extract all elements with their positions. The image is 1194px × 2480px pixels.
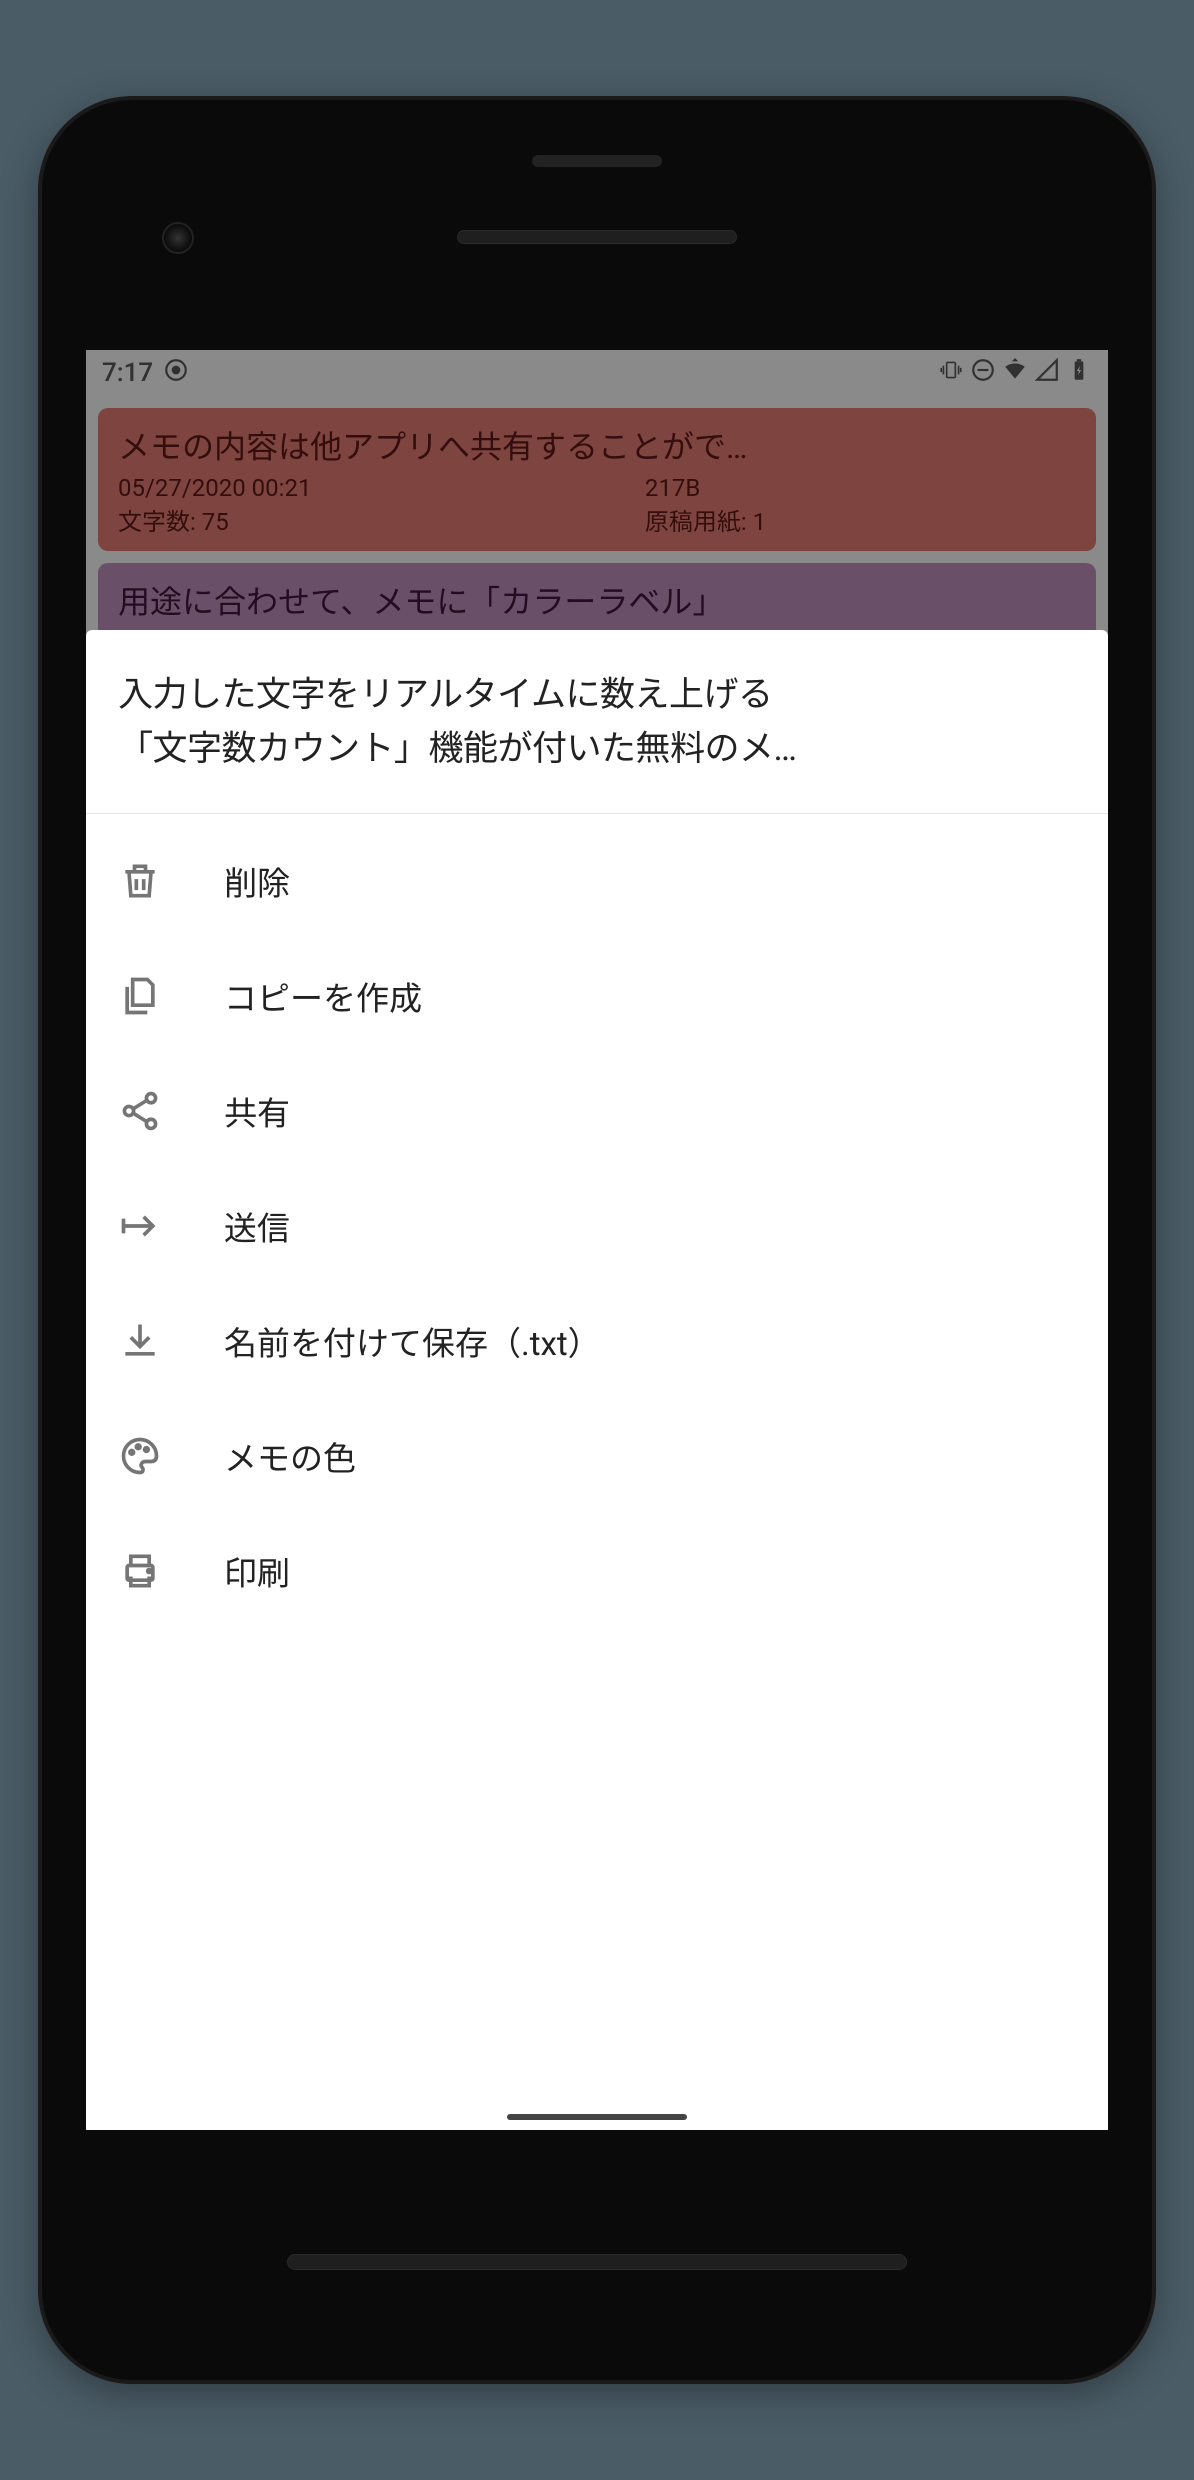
menu-label: メモの色 xyxy=(224,1432,356,1480)
power-button xyxy=(42,640,44,760)
menu-label: コピーを作成 xyxy=(224,972,422,1020)
download-icon xyxy=(118,1319,162,1363)
menu-item-send[interactable]: 送信 xyxy=(86,1169,1108,1284)
sheet-title-line2: 「文字数カウント」機能が付いた無料のメ… xyxy=(118,722,1076,776)
menu-label: 削除 xyxy=(224,857,290,905)
menu-item-copy[interactable]: コピーを作成 xyxy=(86,939,1108,1054)
menu-list: 削除 コピーを作成 共有 xyxy=(86,814,1108,2131)
share-icon xyxy=(118,1089,162,1133)
menu-label: 名前を付けて保存（.txt） xyxy=(224,1317,601,1365)
menu-item-share[interactable]: 共有 xyxy=(86,1054,1108,1169)
sheet-title: 入力した文字をリアルタイムに数え上げる 「文字数カウント」機能が付いた無料のメ… xyxy=(86,630,1108,814)
print-icon xyxy=(118,1549,162,1593)
menu-label: 印刷 xyxy=(224,1547,290,1595)
bottom-speaker xyxy=(287,2254,907,2270)
speaker-grille xyxy=(457,230,737,244)
sheet-title-line1: 入力した文字をリアルタイムに数え上げる xyxy=(118,668,1076,722)
menu-item-save-as[interactable]: 名前を付けて保存（.txt） xyxy=(86,1284,1108,1399)
side-button xyxy=(1150,640,1152,760)
palette-icon xyxy=(118,1434,162,1478)
screen: 7:17 xyxy=(86,350,1108,2130)
send-icon xyxy=(118,1204,162,1248)
phone-top-bezel xyxy=(42,100,1152,280)
volume-up-button xyxy=(1150,800,1152,1020)
bottom-sheet: 入力した文字をリアルタイムに数え上げる 「文字数カウント」機能が付いた無料のメ…… xyxy=(86,630,1108,2130)
menu-label: 送信 xyxy=(224,1202,290,1250)
front-camera xyxy=(162,222,194,254)
sensor-pill xyxy=(532,155,662,167)
copy-icon xyxy=(118,974,162,1018)
menu-item-print[interactable]: 印刷 xyxy=(86,1514,1108,1629)
volume-down-button xyxy=(1150,1060,1152,1280)
menu-item-color[interactable]: メモの色 xyxy=(86,1399,1108,1514)
menu-label: 共有 xyxy=(224,1087,290,1135)
nav-handle[interactable] xyxy=(507,2114,687,2120)
phone-frame: 7:17 xyxy=(42,100,1152,2380)
menu-item-delete[interactable]: 削除 xyxy=(86,824,1108,939)
trash-icon xyxy=(118,859,162,903)
